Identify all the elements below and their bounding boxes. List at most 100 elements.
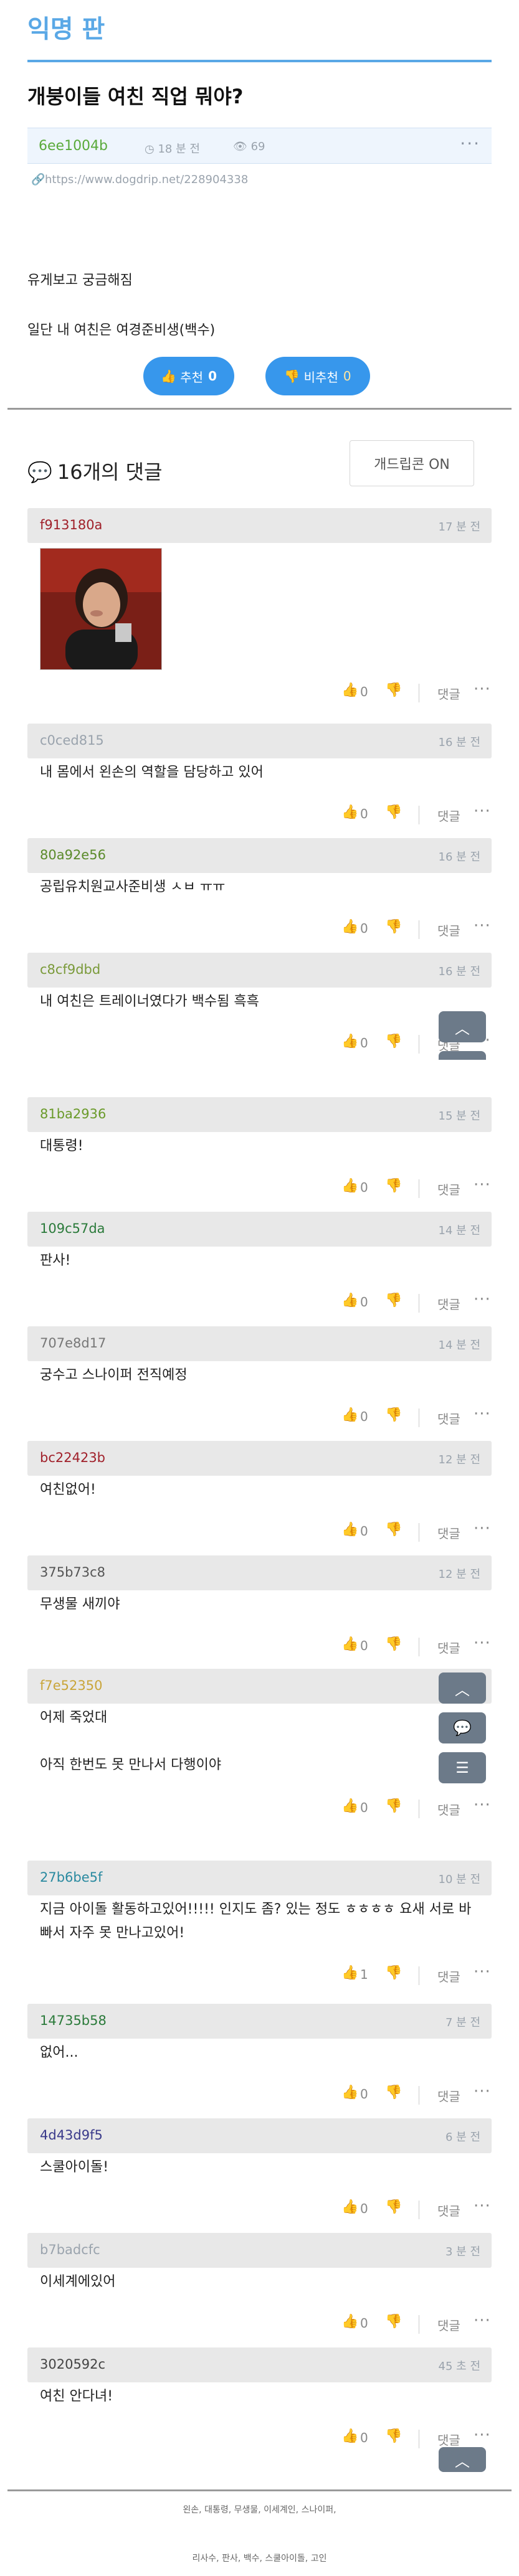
comment-author[interactable]: f913180a bbox=[40, 517, 102, 532]
comment-reply-button[interactable]: 댓글 bbox=[437, 921, 460, 939]
thumbs-up-icon[interactable]: 👍 bbox=[341, 2314, 358, 2329]
floating-button-stub[interactable] bbox=[439, 1051, 486, 1060]
comment-author[interactable]: c8cf9dbd bbox=[40, 962, 100, 977]
comment-author[interactable]: f7e52350 bbox=[40, 1678, 102, 1693]
thumbs-down-icon[interactable]: 👎 bbox=[385, 1965, 402, 1981]
thumbs-down-icon[interactable]: 👎 bbox=[385, 919, 402, 935]
thumbs-up-icon[interactable]: 👍 bbox=[341, 1522, 358, 1537]
comment-reply-button[interactable]: 댓글 bbox=[437, 1295, 460, 1313]
thumbs-up-icon[interactable]: 👍 bbox=[341, 2085, 358, 2100]
comment-author[interactable]: bc22423b bbox=[40, 1450, 105, 1465]
upvote-button[interactable]: 👍 추천 0 bbox=[143, 357, 234, 395]
post-link[interactable]: https://www.dogdrip.net/228904338 bbox=[45, 173, 248, 186]
thumbs-up-icon[interactable]: 👍 bbox=[341, 682, 358, 698]
comment-reply-button[interactable]: 댓글 bbox=[437, 684, 460, 702]
comment-more-button[interactable]: ··· bbox=[474, 1176, 491, 1194]
comment-reply-button[interactable]: 댓글 bbox=[437, 1638, 460, 1656]
comment-more-button[interactable]: ··· bbox=[474, 917, 491, 935]
thumbs-up-icon[interactable]: 👍 bbox=[341, 919, 358, 935]
thumbs-down-icon[interactable]: 👎 bbox=[385, 1293, 402, 1308]
comment-reply-button[interactable]: 댓글 bbox=[437, 806, 460, 824]
post-more-button[interactable]: ··· bbox=[460, 133, 480, 154]
thumbs-down-icon[interactable]: 👎 bbox=[385, 1407, 402, 1423]
comment-actions: 👍0 👎 댓글 ··· bbox=[0, 802, 519, 829]
scroll-top-button[interactable]: ︿ bbox=[439, 1673, 486, 1704]
comment-actions: 👍0 👎 댓글 ··· bbox=[0, 1176, 519, 1203]
thumbs-up-icon[interactable]: 👍 bbox=[341, 2428, 358, 2444]
comment-more-button[interactable]: ··· bbox=[474, 802, 491, 821]
comment-actions: 👍 1 👎 댓글 ··· bbox=[0, 1963, 519, 1990]
comment-more-button[interactable]: ··· bbox=[474, 2197, 491, 2215]
comment-more-button[interactable]: ··· bbox=[474, 680, 491, 699]
comment-image[interactable] bbox=[40, 548, 162, 670]
comment-author[interactable]: 14735b58 bbox=[40, 2013, 107, 2028]
comment-text: 무생물 새끼야 bbox=[40, 1597, 120, 1612]
comment-reply-button[interactable]: 댓글 bbox=[437, 2430, 460, 2448]
thumbs-up-icon[interactable]: 👍 bbox=[341, 1293, 358, 1308]
comment-text: 공립유치원교사준비생 ㅅㅂ ㅠㅠ bbox=[40, 879, 226, 895]
chat-button[interactable]: 💬 bbox=[439, 1712, 486, 1743]
thumbs-up-icon[interactable]: 👍 bbox=[341, 1798, 358, 1814]
comment-author[interactable]: 81ba2936 bbox=[40, 1106, 106, 1121]
post-author[interactable]: 6ee1004b bbox=[39, 138, 108, 154]
thumbs-down-icon[interactable]: 👎 bbox=[385, 682, 402, 698]
comment-author[interactable]: 109c57da bbox=[40, 1221, 105, 1236]
thumbs-down-icon[interactable]: 👎 bbox=[385, 1178, 402, 1194]
comment-reply-button[interactable]: 댓글 bbox=[437, 1967, 460, 1985]
comment-author[interactable]: 80a92e56 bbox=[40, 847, 106, 862]
thumbs-up-icon[interactable]: 👍 bbox=[341, 1178, 358, 1194]
comment-author[interactable]: b7badcfc bbox=[40, 2242, 100, 2257]
comment-header: f913180a 17 분 전 bbox=[27, 508, 492, 543]
comment-reply-button[interactable]: 댓글 bbox=[437, 2316, 460, 2334]
comment-more-button[interactable]: ··· bbox=[474, 2082, 491, 2101]
comment-reply-button[interactable]: 댓글 bbox=[437, 2087, 460, 2105]
comment-author[interactable]: c0ced815 bbox=[40, 733, 104, 748]
comment-reply-button[interactable]: 댓글 bbox=[437, 1800, 460, 1818]
comment-time: 16 분 전 bbox=[438, 851, 480, 864]
thumbs-up-icon[interactable]: 👍 bbox=[341, 2199, 358, 2215]
comment-reply-button[interactable]: 댓글 bbox=[437, 1180, 460, 1198]
comment-author[interactable]: 375b73c8 bbox=[40, 1565, 105, 1580]
comment-more-button[interactable]: ··· bbox=[474, 1634, 491, 1653]
thumbs-up-icon[interactable]: 👍 bbox=[341, 1407, 358, 1423]
thumbs-up-icon[interactable]: 👍 bbox=[341, 1636, 358, 1652]
thumbs-down-icon[interactable]: 👎 bbox=[385, 2428, 402, 2444]
scroll-top-button[interactable]: ︿ bbox=[439, 1011, 486, 1042]
comments-title: 💬 16개의 댓글 bbox=[27, 456, 163, 485]
dogdrip-con-toggle[interactable]: 개드립콘 ON bbox=[350, 440, 474, 486]
comment-author[interactable]: 27b6be5f bbox=[40, 1870, 102, 1885]
comment-reply-button[interactable]: 댓글 bbox=[437, 1524, 460, 1542]
comment-author[interactable]: 707e8d17 bbox=[40, 1336, 106, 1351]
board-title[interactable]: 익명 판 bbox=[27, 9, 105, 45]
thumbs-up-icon[interactable]: 👍 bbox=[341, 804, 358, 820]
downvote-button[interactable]: 👎 비추천 0 bbox=[265, 357, 370, 395]
comment-more-button[interactable]: ··· bbox=[474, 2311, 491, 2330]
comment-author[interactable]: 4d43d9f5 bbox=[40, 2128, 103, 2143]
thumbs-down-icon[interactable]: 👎 bbox=[385, 1636, 402, 1652]
comment-like-count: 0 bbox=[360, 1638, 368, 1653]
comment-more-button[interactable]: ··· bbox=[474, 1963, 491, 1981]
comment-more-button[interactable]: ··· bbox=[474, 1405, 491, 1423]
post-link-row[interactable]: 🔗https://www.dogdrip.net/228904338 bbox=[31, 173, 248, 186]
thumbs-down-icon[interactable]: 👎 bbox=[385, 2314, 402, 2329]
list-button[interactable]: ☰ bbox=[439, 1752, 486, 1783]
thumbs-down-icon[interactable]: 👎 bbox=[385, 1522, 402, 1537]
scroll-top-button[interactable]: ︿ bbox=[439, 2447, 486, 2472]
thumbs-down-icon[interactable]: 👎 bbox=[385, 804, 402, 820]
thumbs-down-icon[interactable]: 👎 bbox=[385, 2199, 402, 2215]
comment-more-button[interactable]: ··· bbox=[474, 1519, 491, 1538]
comment-reply-button[interactable]: 댓글 bbox=[437, 1409, 460, 1427]
thumbs-up-icon[interactable]: 👍 bbox=[341, 1965, 358, 1981]
comment-actions: 👍0 👎 댓글 ··· bbox=[0, 680, 519, 707]
chat-bubble-icon: 💬 bbox=[453, 1719, 472, 1737]
thumbs-up-icon[interactable]: 👍 bbox=[341, 1034, 358, 1049]
comment-author[interactable]: 3020592c bbox=[40, 2357, 105, 2372]
comment-more-button[interactable]: ··· bbox=[474, 2426, 491, 2445]
thumbs-down-icon[interactable]: 👎 bbox=[385, 1034, 402, 1049]
thumbs-down-icon[interactable]: 👎 bbox=[385, 1798, 402, 1814]
comment-like-count: 0 bbox=[360, 1180, 368, 1195]
comment-reply-button[interactable]: 댓글 bbox=[437, 2201, 460, 2219]
comment-more-button[interactable]: ··· bbox=[474, 1796, 491, 1814]
comment-more-button[interactable]: ··· bbox=[474, 1290, 491, 1309]
thumbs-down-icon[interactable]: 👎 bbox=[385, 2085, 402, 2100]
